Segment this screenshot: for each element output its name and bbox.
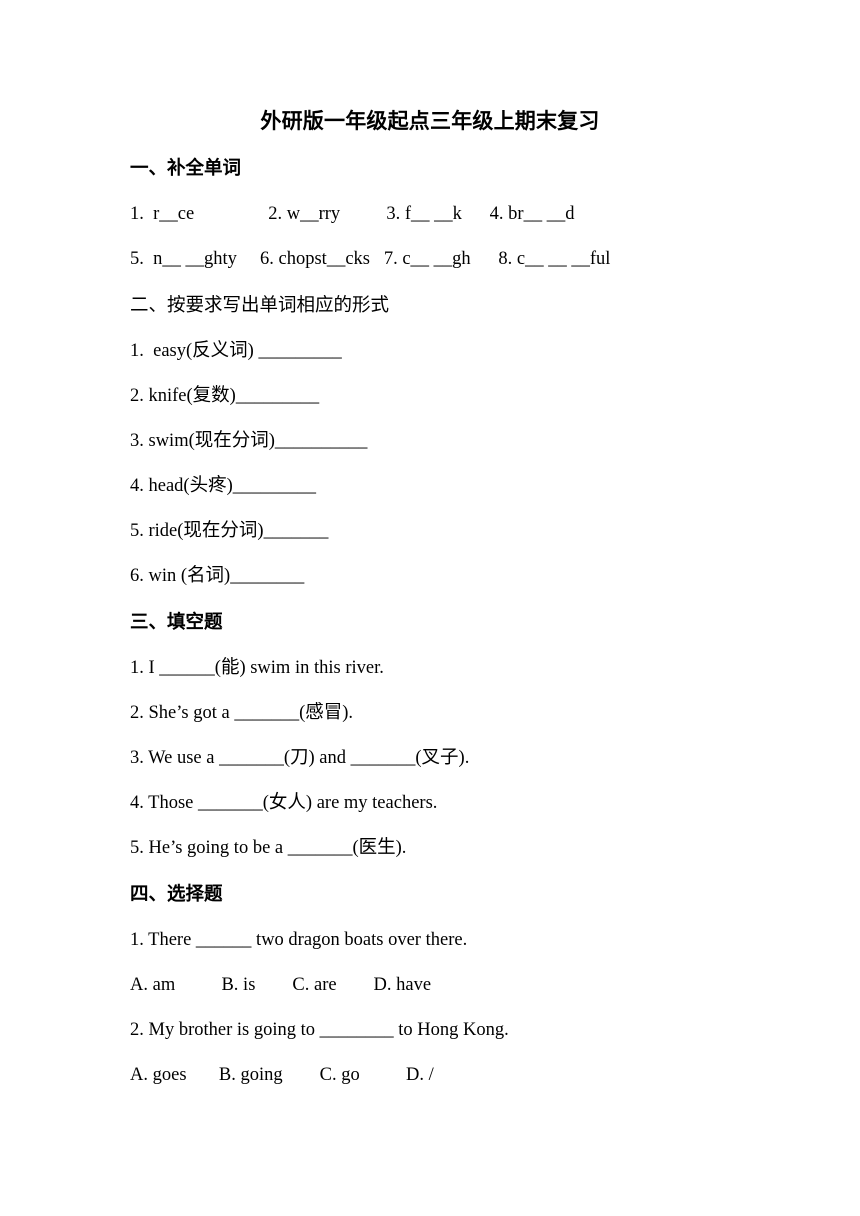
section-2-item-2: 2. knife(复数)_________ [130,386,320,406]
page-title: 外研版一年级起点三年级上期末复习 [260,109,600,133]
section-1-item-1: 1. r__ce 2. w__rry 3. f__ __k 4. br__ __… [130,204,575,224]
section-4-question-2-stem: 2. My brother is going to ________ to Ho… [130,1020,509,1040]
section-heading-4: 四、选择题 [130,885,223,905]
section-4-question-2-options: A. goes B. going C. go D. / [130,1065,434,1085]
section-heading-3: 三、填空题 [130,613,223,633]
section-2-item-4: 4. head(头疼)_________ [130,476,316,496]
document-body: 一、补全单词 1. r__ce 2. w__rry 3. f__ __k 4. … [130,155,830,1089]
section-2-item-5: 5. ride(现在分词)_______ [130,521,329,541]
section-2-item-6: 6. win (名词)________ [130,566,305,586]
section-3-item-1: 1. I ______(能) swim in this river. [130,658,384,678]
section-2-item-1: 1. easy(反义词) _________ [130,341,342,361]
section-4-question-1-stem: 1. There ______ two dragon boats over th… [130,930,468,950]
document-page: 外研版一年级起点三年级上期末复习 一、补全单词 1. r__ce 2. w__r… [0,0,860,1216]
section-heading-1: 一、补全单词 [130,159,242,179]
section-3-item-2: 2. She’s got a _______(感冒). [130,703,354,723]
section-heading-2: 二、按要求写出单词相应的形式 [130,296,390,316]
section-4-question-1-options: A. am B. is C. are D. have [130,975,432,995]
section-3-item-3: 3. We use a _______(刀) and _______(叉子). [130,748,470,768]
section-3-item-5: 5. He’s going to be a _______(医生). [130,838,407,858]
section-3-item-4: 4. Those _______(女人) are my teachers. [130,793,438,813]
section-1-item-2: 5. n__ __ghty 6. chopst__cks 7. c__ __gh… [130,249,611,269]
section-2-item-3: 3. swim(现在分词)__________ [130,431,368,451]
